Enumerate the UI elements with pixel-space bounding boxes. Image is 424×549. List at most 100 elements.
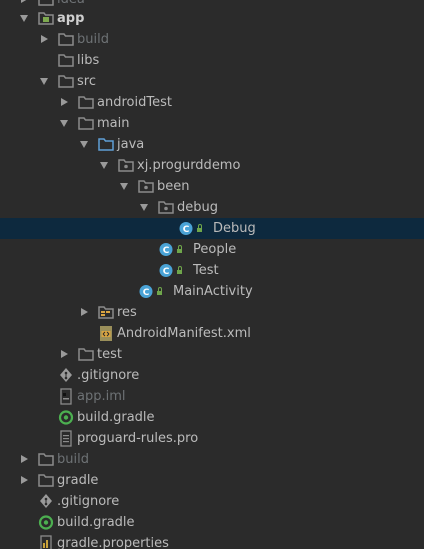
- tree-row-label: proguard-rules.pro: [77, 431, 199, 446]
- tree-row-label: java: [117, 137, 145, 152]
- tree-row-label: Test: [193, 263, 219, 278]
- tree-row-gradle-properties[interactable]: gradle.properties: [0, 533, 424, 549]
- tree-row-label: People: [193, 242, 237, 257]
- expand-arrow-icon[interactable]: [59, 344, 71, 365]
- tree-row-app-build-gradle[interactable]: build.gradle: [0, 407, 424, 428]
- tree-row-label: .gitignore: [77, 368, 140, 383]
- lock-icon: [176, 260, 184, 281]
- collapse-arrow-icon[interactable]: [59, 113, 71, 134]
- tree-row-class-debug[interactable]: C Debug: [0, 218, 424, 239]
- tree-row-label: res: [117, 305, 137, 320]
- tree-row-label: main: [97, 116, 130, 131]
- tree-row-label: been: [157, 179, 190, 194]
- project-tree: idea app build libs src a: [0, 0, 424, 549]
- package-icon: [118, 155, 134, 176]
- tree-row-label: build.gradle: [77, 410, 155, 425]
- tree-row-label: build.gradle: [57, 515, 135, 530]
- tree-row-class-mainactivity[interactable]: C MainActivity: [0, 281, 424, 302]
- collapse-arrow-icon[interactable]: [79, 134, 91, 155]
- class-icon: C: [178, 218, 194, 239]
- folder-icon: [58, 50, 74, 71]
- folder-icon: [58, 71, 74, 92]
- manifest-icon: [98, 323, 114, 344]
- gitignore-icon: [58, 365, 74, 386]
- gitignore-icon: [38, 491, 54, 512]
- tree-row-root-gitignore[interactable]: .gitignore: [0, 491, 424, 512]
- source-folder-icon: [98, 134, 114, 155]
- tree-row-res[interactable]: res: [0, 302, 424, 323]
- gradle-icon: [58, 407, 74, 428]
- expand-arrow-icon[interactable]: [79, 302, 91, 323]
- lock-icon: [156, 281, 164, 302]
- collapse-arrow-icon[interactable]: [119, 176, 131, 197]
- expand-arrow-icon[interactable]: [19, 470, 31, 491]
- folder-icon: [78, 113, 94, 134]
- tree-row-label: debug: [177, 200, 218, 215]
- tree-row-root-build[interactable]: build: [0, 449, 424, 470]
- expand-arrow-icon[interactable]: [59, 92, 71, 113]
- svg-text:C: C: [143, 288, 150, 298]
- folder-icon: [38, 470, 54, 491]
- tree-row-class-test[interactable]: C Test: [0, 260, 424, 281]
- package-icon: [158, 197, 174, 218]
- lock-icon: [176, 239, 184, 260]
- properties-file-icon: [38, 533, 54, 549]
- tree-row-label: Debug: [213, 221, 256, 236]
- svg-text:C: C: [183, 225, 190, 235]
- tree-row-label: test: [97, 347, 122, 362]
- class-icon: C: [158, 239, 174, 260]
- tree-row-root-gradle[interactable]: gradle: [0, 470, 424, 491]
- tree-row-label: AndroidManifest.xml: [117, 326, 251, 341]
- tree-row-label: MainActivity: [173, 284, 253, 299]
- text-file-icon: [58, 428, 74, 449]
- lock-icon: [196, 218, 204, 239]
- folder-icon: [58, 29, 74, 50]
- folder-icon: [38, 449, 54, 470]
- tree-row-label: app.iml: [77, 389, 126, 404]
- class-icon: C: [158, 260, 174, 281]
- resource-folder-icon: [98, 302, 114, 323]
- tree-row-app-iml[interactable]: app.iml: [0, 386, 424, 407]
- svg-text:C: C: [163, 267, 170, 277]
- tree-row-libs[interactable]: libs: [0, 50, 424, 71]
- module-folder-icon: [38, 8, 54, 29]
- package-icon: [138, 176, 154, 197]
- tree-row-androidmanifest[interactable]: AndroidManifest.xml: [0, 323, 424, 344]
- tree-row-label: androidTest: [97, 95, 172, 110]
- tree-row-label: app: [57, 11, 85, 26]
- tree-row-label: src: [77, 74, 96, 89]
- tree-row-src[interactable]: src: [0, 71, 424, 92]
- tree-row-class-people[interactable]: C People: [0, 239, 424, 260]
- gradle-icon: [38, 512, 54, 533]
- tree-row-package-been[interactable]: been: [0, 176, 424, 197]
- collapse-arrow-icon[interactable]: [39, 71, 51, 92]
- expand-arrow-icon[interactable]: [19, 449, 31, 470]
- tree-row-label: build: [57, 452, 89, 467]
- tree-row-label: build: [77, 32, 109, 47]
- tree-row-label: .gitignore: [57, 494, 120, 509]
- tree-row-package-debug[interactable]: debug: [0, 197, 424, 218]
- collapse-arrow-icon[interactable]: [19, 8, 31, 29]
- folder-icon: [78, 92, 94, 113]
- svg-text:C: C: [163, 246, 170, 256]
- expand-arrow-icon[interactable]: [39, 29, 51, 50]
- tree-row-package-xj-progurddemo[interactable]: xj.progurddemo: [0, 155, 424, 176]
- tree-row-test[interactable]: test: [0, 344, 424, 365]
- tree-row-label: gradle.properties: [57, 536, 169, 549]
- tree-row-app-gitignore[interactable]: .gitignore: [0, 365, 424, 386]
- tree-row-androidtest[interactable]: androidTest: [0, 92, 424, 113]
- collapse-arrow-icon[interactable]: [139, 197, 151, 218]
- tree-row-app[interactable]: app: [0, 8, 424, 29]
- folder-icon: [78, 344, 94, 365]
- tree-row-java[interactable]: java: [0, 134, 424, 155]
- tree-row-root-build-gradle[interactable]: build.gradle: [0, 512, 424, 533]
- class-icon: C: [138, 281, 154, 302]
- tree-row-main[interactable]: main: [0, 113, 424, 134]
- iml-file-icon: [58, 386, 74, 407]
- collapse-arrow-icon[interactable]: [99, 155, 111, 176]
- tree-row-label: libs: [77, 53, 100, 68]
- tree-row-label: gradle: [57, 473, 99, 488]
- tree-row-build[interactable]: build: [0, 29, 424, 50]
- tree-row-proguard-rules[interactable]: proguard-rules.pro: [0, 428, 424, 449]
- tree-row-label: xj.progurddemo: [137, 158, 241, 173]
